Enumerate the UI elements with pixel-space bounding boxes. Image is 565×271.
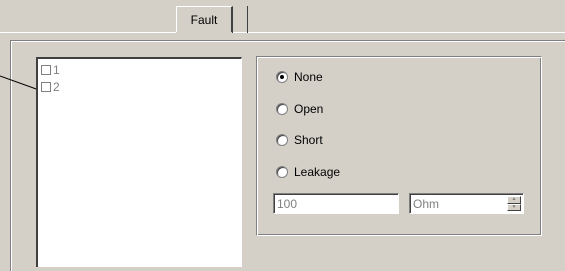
spin-up-icon[interactable]: ▲ (507, 196, 521, 204)
checkbox[interactable] (41, 65, 51, 75)
radio-leakage[interactable]: Leakage (276, 165, 340, 179)
tab-gap (176, 32, 232, 34)
radio-button[interactable] (276, 103, 288, 115)
channel-list[interactable]: 1 2 (36, 57, 242, 267)
spin-down-icon[interactable]: ▼ (507, 203, 521, 211)
spin-buttons: ▲ ▼ (507, 196, 521, 211)
radio-button[interactable] (276, 134, 288, 146)
resistance-value: 100 (277, 196, 298, 211)
resistance-value-field[interactable]: 100 (273, 193, 399, 214)
radio-selected-dot (280, 75, 284, 79)
radio-label: Short (294, 133, 323, 147)
tab-fault-label: Fault (190, 13, 218, 27)
list-item[interactable]: 1 (41, 63, 60, 77)
tab-fault[interactable]: Fault (176, 6, 233, 33)
tab-divider (247, 6, 248, 33)
radio-button[interactable] (276, 166, 288, 178)
leader-line (0, 75, 40, 91)
checkbox[interactable] (41, 82, 51, 92)
list-item-label: 1 (53, 63, 60, 77)
list-item-label: 2 (53, 80, 60, 94)
radio-label: None (294, 70, 323, 84)
radio-label: Leakage (294, 165, 341, 179)
tab-strip-line (0, 32, 565, 33)
unit-spinbox[interactable]: Ohm ▲ ▼ (409, 193, 524, 214)
radio-button[interactable] (276, 71, 288, 83)
list-item[interactable]: 2 (41, 80, 60, 94)
radio-label: Open (294, 102, 324, 116)
radio-none[interactable]: None (276, 70, 323, 84)
unit-value: Ohm (413, 196, 440, 211)
radio-open[interactable]: Open (276, 102, 323, 116)
radio-short[interactable]: Short (276, 133, 323, 147)
